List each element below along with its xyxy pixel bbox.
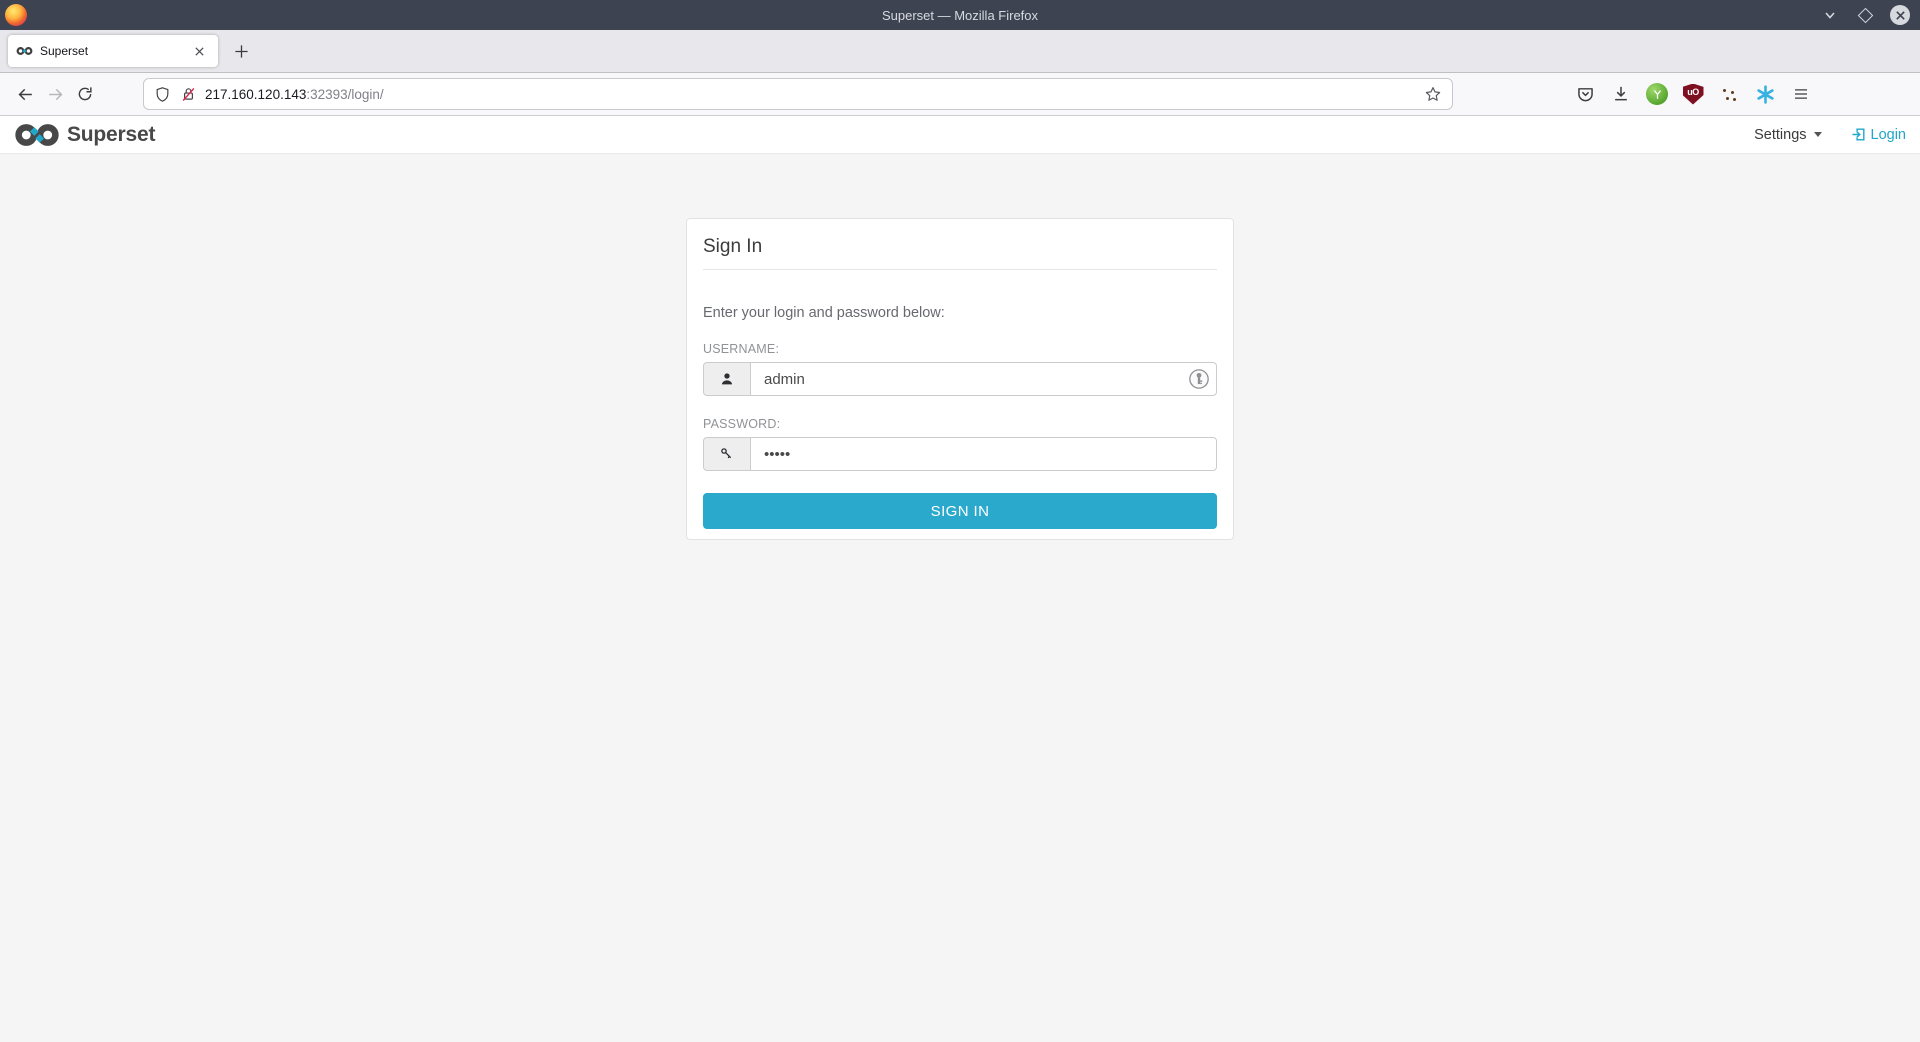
site-header: Superset Settings Login bbox=[0, 116, 1920, 154]
password-group bbox=[703, 437, 1217, 471]
close-icon[interactable] bbox=[1890, 5, 1910, 25]
brand-name: Superset bbox=[67, 123, 155, 147]
panel-title: Sign In bbox=[703, 219, 1217, 258]
sign-in-icon bbox=[1850, 126, 1867, 143]
url-host: 217.160.120.143 bbox=[205, 87, 306, 102]
sign-in-panel: Sign In Enter your login and password be… bbox=[686, 218, 1234, 540]
password-input[interactable] bbox=[751, 437, 1217, 471]
ublock-origin-icon[interactable]: uO bbox=[1679, 80, 1707, 108]
url-path: :32393/login/ bbox=[306, 87, 383, 102]
settings-label: Settings bbox=[1754, 127, 1806, 143]
screen: Superset — Mozilla Firefox Superset bbox=[0, 0, 1920, 1042]
superset-infinity-icon bbox=[14, 123, 60, 147]
pocket-icon[interactable] bbox=[1571, 80, 1599, 108]
sign-in-button[interactable]: SIGN IN bbox=[703, 493, 1217, 529]
panel-divider bbox=[703, 269, 1217, 270]
settings-menu[interactable]: Settings bbox=[1754, 127, 1821, 143]
maximize-icon[interactable] bbox=[1855, 5, 1875, 25]
nav-toolbar: 217.160.120.143:32393/login/ bbox=[0, 73, 1920, 116]
back-icon[interactable] bbox=[10, 79, 40, 109]
tab-superset[interactable]: Superset bbox=[8, 35, 218, 67]
window-title: Superset — Mozilla Firefox bbox=[0, 8, 1920, 23]
cookie-extension-icon[interactable] bbox=[1715, 80, 1743, 108]
username-label: USERNAME: bbox=[703, 342, 1217, 356]
key-icon bbox=[703, 437, 751, 471]
insecure-lock-icon[interactable] bbox=[180, 86, 197, 103]
login-link[interactable]: Login bbox=[1850, 126, 1906, 143]
forward-icon[interactable] bbox=[40, 79, 70, 109]
url-text[interactable]: 217.160.120.143:32393/login/ bbox=[205, 87, 384, 102]
window-titlebar: Superset — Mozilla Firefox bbox=[0, 0, 1920, 30]
downloads-icon[interactable] bbox=[1607, 80, 1635, 108]
username-input[interactable] bbox=[751, 362, 1217, 396]
firefox-icon bbox=[5, 4, 27, 26]
green-extension-icon[interactable] bbox=[1643, 80, 1671, 108]
minimize-icon[interactable] bbox=[1820, 5, 1840, 25]
menu-icon[interactable] bbox=[1787, 80, 1815, 108]
username-group bbox=[703, 362, 1217, 396]
user-icon bbox=[703, 362, 751, 396]
bookmark-star-icon[interactable] bbox=[1424, 85, 1442, 103]
superset-favicon-icon bbox=[16, 46, 33, 56]
superset-logo[interactable]: Superset bbox=[14, 123, 155, 147]
caret-down-icon bbox=[1814, 132, 1822, 137]
tab-title: Superset bbox=[40, 44, 188, 58]
instruction-text: Enter your login and password below: bbox=[703, 305, 1217, 321]
password-label: PASSWORD: bbox=[703, 417, 1217, 431]
tracking-shield-icon[interactable] bbox=[154, 86, 171, 103]
new-tab-button[interactable] bbox=[226, 36, 256, 66]
tab-close-icon[interactable] bbox=[188, 40, 210, 62]
asterisk-extension-icon[interactable] bbox=[1751, 80, 1779, 108]
login-label: Login bbox=[1871, 127, 1906, 143]
reload-icon[interactable] bbox=[70, 79, 100, 109]
ublock-badge: uO bbox=[1687, 87, 1699, 97]
url-bar[interactable]: 217.160.120.143:32393/login/ bbox=[143, 78, 1453, 110]
tab-bar: Superset bbox=[0, 30, 1920, 73]
page-body: Sign In Enter your login and password be… bbox=[0, 218, 1920, 1042]
password-manager-icon[interactable] bbox=[1188, 368, 1210, 390]
